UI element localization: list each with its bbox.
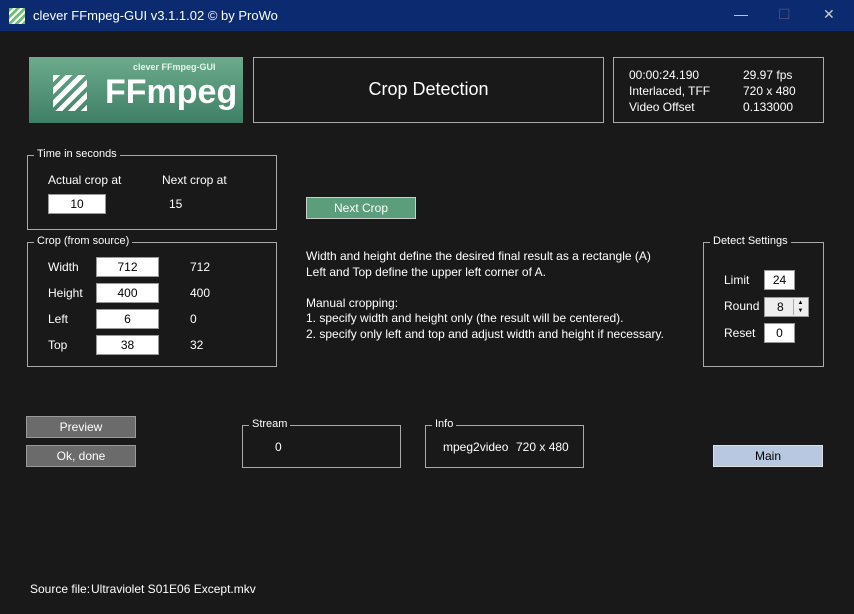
next-crop-button[interactable]: Next Crop	[306, 197, 416, 219]
crop-group: Crop (from source) Width 712 712 Height 4…	[27, 235, 277, 367]
preview-button[interactable]: Preview	[26, 416, 136, 438]
crop-width-source: 712	[190, 260, 211, 274]
help-line: Width and height define the desired fina…	[306, 249, 651, 263]
video-scan: Interlaced, TFF	[629, 84, 711, 98]
stream-legend: Stream	[249, 418, 291, 430]
maximize-button[interactable]: ☐	[778, 6, 791, 23]
next-crop-label: Next crop at	[162, 173, 227, 187]
help-line: Left and Top define the upper left corne…	[306, 264, 546, 279]
close-button[interactable]: ✕	[823, 6, 835, 23]
time-group-legend: Time in seconds	[34, 148, 120, 160]
help-line: 1. specify width and height only (the re…	[306, 311, 624, 325]
video-offset-label: Video Offset	[629, 100, 695, 114]
detect-settings-legend: Detect Settings	[710, 235, 791, 247]
crop-height-input[interactable]: 400	[96, 283, 159, 303]
ffmpeg-logo-icon	[53, 75, 87, 111]
app-icon	[9, 8, 25, 24]
crop-group-legend: Crop (from source)	[34, 235, 133, 247]
ffmpeg-logo: clever FFmpeg-GUI FFmpeg	[29, 57, 243, 123]
video-info-panel: 00:00:24.190 29.97 fps Interlaced, TFF 7…	[613, 57, 824, 123]
crop-width-label: Width	[48, 260, 79, 274]
reset-input[interactable]: 0	[764, 323, 795, 343]
crop-left-label: Left	[48, 312, 69, 326]
limit-input[interactable]: 24	[764, 270, 795, 290]
crop-height-source: 400	[190, 286, 211, 300]
help-text: Width and height define the desired fina…	[306, 249, 664, 342]
title-bar: clever FFmpeg-GUI v3.1.1.02 © by ProWo —…	[0, 0, 854, 31]
minimize-button[interactable]: —	[734, 6, 748, 22]
time-group: Time in seconds Actual crop at Next crop…	[27, 148, 277, 230]
video-offset: 0.133000	[743, 100, 794, 114]
ok-done-button[interactable]: Ok, done	[26, 445, 136, 467]
round-value: 8	[777, 300, 784, 314]
video-time: 00:00:24.190	[629, 68, 700, 82]
logo-subtitle: clever FFmpeg-GUI	[133, 62, 216, 72]
stream-group: Stream 0	[242, 418, 401, 468]
info-legend: Info	[432, 418, 457, 430]
logo-name: FFmpeg	[105, 73, 238, 111]
reset-label: Reset	[724, 326, 756, 340]
crop-left-source: 0	[190, 312, 197, 326]
round-spinner[interactable]: 8 ▲ ▼	[764, 297, 809, 317]
help-line: Manual cropping:	[306, 295, 399, 310]
source-file-label: Source file:	[30, 582, 91, 596]
page-title: Crop Detection	[368, 79, 489, 99]
crop-left-input[interactable]: 6	[96, 309, 159, 329]
video-resolution: 720 x 480	[743, 84, 796, 98]
round-label: Round	[724, 299, 760, 313]
crop-top-label: Top	[48, 338, 68, 352]
source-file-name: Ultraviolet S01E06 Except.mkv	[91, 582, 256, 596]
detect-settings-group: Detect Settings Limit 24 Round 8 ▲ ▼ Rese…	[703, 235, 824, 367]
crop-width-input[interactable]: 712	[96, 257, 159, 277]
spinner-arrows-icon[interactable]: ▲ ▼	[793, 299, 807, 315]
header-panel: Crop Detection	[253, 57, 604, 123]
actual-crop-input[interactable]: 10	[48, 194, 106, 214]
stream-value: 0	[275, 440, 282, 454]
next-crop-value: 15	[169, 197, 183, 211]
limit-label: Limit	[724, 273, 750, 287]
window-title: clever FFmpeg-GUI v3.1.1.02 © by ProWo	[33, 8, 278, 23]
info-codec: mpeg2video	[443, 440, 509, 454]
help-line: 2. specify only left and top and adjust …	[306, 326, 664, 341]
actual-crop-label: Actual crop at	[48, 173, 122, 187]
crop-height-label: Height	[48, 286, 83, 300]
video-fps: 29.97 fps	[743, 68, 793, 82]
crop-top-source: 32	[190, 338, 204, 352]
info-group: Info mpeg2video 720 x 480	[425, 418, 584, 468]
crop-top-input[interactable]: 38	[96, 335, 159, 355]
info-resolution: 720 x 480	[516, 440, 569, 454]
main-button[interactable]: Main	[713, 445, 823, 467]
